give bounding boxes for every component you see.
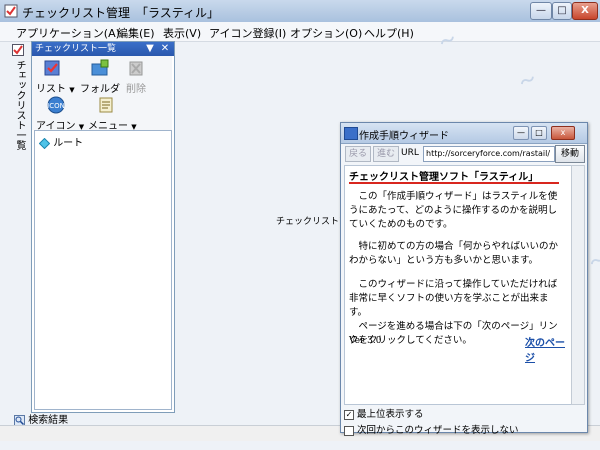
panel-title: チェックリスト一覧 (35, 44, 117, 54)
back-button[interactable]: 戻る (345, 146, 371, 162)
minimize-button[interactable]: — (530, 2, 552, 20)
wizard-titlebar: 作成手順ウィザード — □ x (341, 123, 587, 144)
icon-register-icon: ICON (47, 96, 65, 114)
wizard-maximize-button[interactable]: □ (531, 126, 547, 140)
menu-edit[interactable]: 編集(E) (117, 25, 155, 41)
list-button[interactable]: リスト ▼ (36, 59, 75, 95)
folder-add-icon (91, 59, 109, 76)
menu-icon-register[interactable]: アイコン登録(I) (209, 25, 286, 41)
checklist-icon (12, 44, 24, 56)
panel-dropdown-icon[interactable]: ▼ (144, 42, 156, 55)
wizard-paragraph-1: この「作成手順ウィザード」はラスティルを使うにあたって、どのように操作するのかを… (349, 191, 558, 230)
tree-item-root[interactable]: ルート (38, 134, 84, 149)
topmost-checkbox[interactable]: ✓ (344, 409, 354, 420)
next-page-link[interactable]: 次のページ (525, 334, 571, 364)
delete-button[interactable]: 削除 (126, 59, 146, 95)
wizard-minimize-button[interactable]: — (513, 126, 529, 140)
delete-icon (129, 61, 143, 76)
maximize-button[interactable]: □ (552, 2, 572, 20)
wizard-paragraph-2: 特に初めての方の場合「何からやればいいのかわからない」という方も多いかと思います… (349, 241, 559, 266)
folder-button[interactable]: フォルダ (80, 59, 120, 95)
checklist-tree[interactable]: ルート (34, 130, 172, 410)
wizard-app-icon (344, 127, 358, 140)
topmost-option[interactable]: ✓ 最上位表示する (344, 406, 519, 420)
url-field[interactable]: http://sorceryforce.com/rastail/ (423, 146, 555, 162)
background-watermark: ～ (587, 249, 600, 273)
version-label: Ver 3.0 (349, 336, 382, 346)
close-button[interactable]: X (572, 2, 598, 20)
background-watermark: ～ (517, 69, 539, 93)
menu-button[interactable]: メニュー ▼ (88, 96, 137, 132)
hide-wizard-option[interactable]: 次回からこのウィザードを表示しない (344, 422, 519, 436)
wizard-vertical-scrollbar[interactable] (571, 165, 585, 405)
folder-label: フォルダ (80, 84, 120, 95)
window-titlebar: チェックリスト管理 「ラスティル」 — □ X (0, 0, 600, 23)
panel-close-icon[interactable]: ✕ (159, 42, 171, 55)
delete-label: 削除 (126, 84, 146, 95)
forward-button[interactable]: 進む (373, 146, 399, 162)
topmost-label: 最上位表示する (357, 409, 424, 420)
heading-rule (349, 182, 559, 184)
menu-icon (99, 97, 113, 113)
menu-bar: アプリケーション(A) 編集(E) 表示(V) アイコン登録(I) オプション(… (0, 22, 600, 42)
checklist-panel: チェックリスト一覧 ▼ ✕ リスト ▼ フォルダ 削除 ICON アイコン ▼ … (31, 41, 175, 413)
svg-text:ICON: ICON (47, 102, 65, 110)
wizard-heading: チェックリスト管理ソフト「ラスティル」 (349, 172, 539, 183)
panel-header: チェックリスト一覧 ▼ ✕ (32, 42, 174, 56)
panel-toolbar: リスト ▼ フォルダ 削除 ICON アイコン ▼ メニュー ▼ (32, 56, 172, 132)
list-label: リスト (36, 84, 66, 95)
icon-button[interactable]: ICON アイコン ▼ (36, 96, 84, 132)
wizard-title: 作成手順ウィザード (359, 131, 449, 142)
wizard-content: チェックリスト管理ソフト「ラスティル」 この「作成手順ウィザード」はラスティルを… (344, 165, 572, 405)
wizard-options: ✓ 最上位表示する 次回からこのウィザードを表示しない (344, 404, 519, 436)
search-results-tab[interactable]: 検索結果 (14, 411, 68, 426)
root-node-icon (38, 137, 51, 149)
wizard-window: 作成手順ウィザード — □ x 戻る 進む URL http://sorcery… (340, 122, 588, 436)
side-tab-label: チェックリスト一覧 (14, 60, 25, 150)
list-dropdown-icon: ▼ (69, 86, 75, 94)
url-label: URL (401, 148, 419, 158)
menu-view[interactable]: 表示(V) (163, 25, 201, 41)
go-button[interactable]: 移動 (555, 145, 585, 163)
search-results-icon (14, 414, 25, 426)
wizard-nav-bar: 戻る 進む URL http://sorceryforce.com/rastai… (343, 145, 585, 163)
list-icon (44, 60, 60, 76)
menu-help[interactable]: ヘルプ(H) (364, 25, 414, 41)
tree-root-label: ルート (53, 138, 84, 149)
hide-wizard-label: 次回からこのウィザードを表示しない (357, 425, 519, 436)
menu-options[interactable]: オプション(O) (290, 25, 362, 41)
window-title: チェックリスト管理 「ラスティル」 (22, 6, 220, 20)
menu-application[interactable]: アプリケーション(A) (16, 25, 120, 41)
app-icon (4, 4, 18, 18)
wizard-close-button[interactable]: x (551, 126, 575, 140)
checklist-side-tab[interactable]: チェックリスト一覧 (10, 44, 26, 154)
hide-wizard-checkbox[interactable] (344, 425, 354, 436)
